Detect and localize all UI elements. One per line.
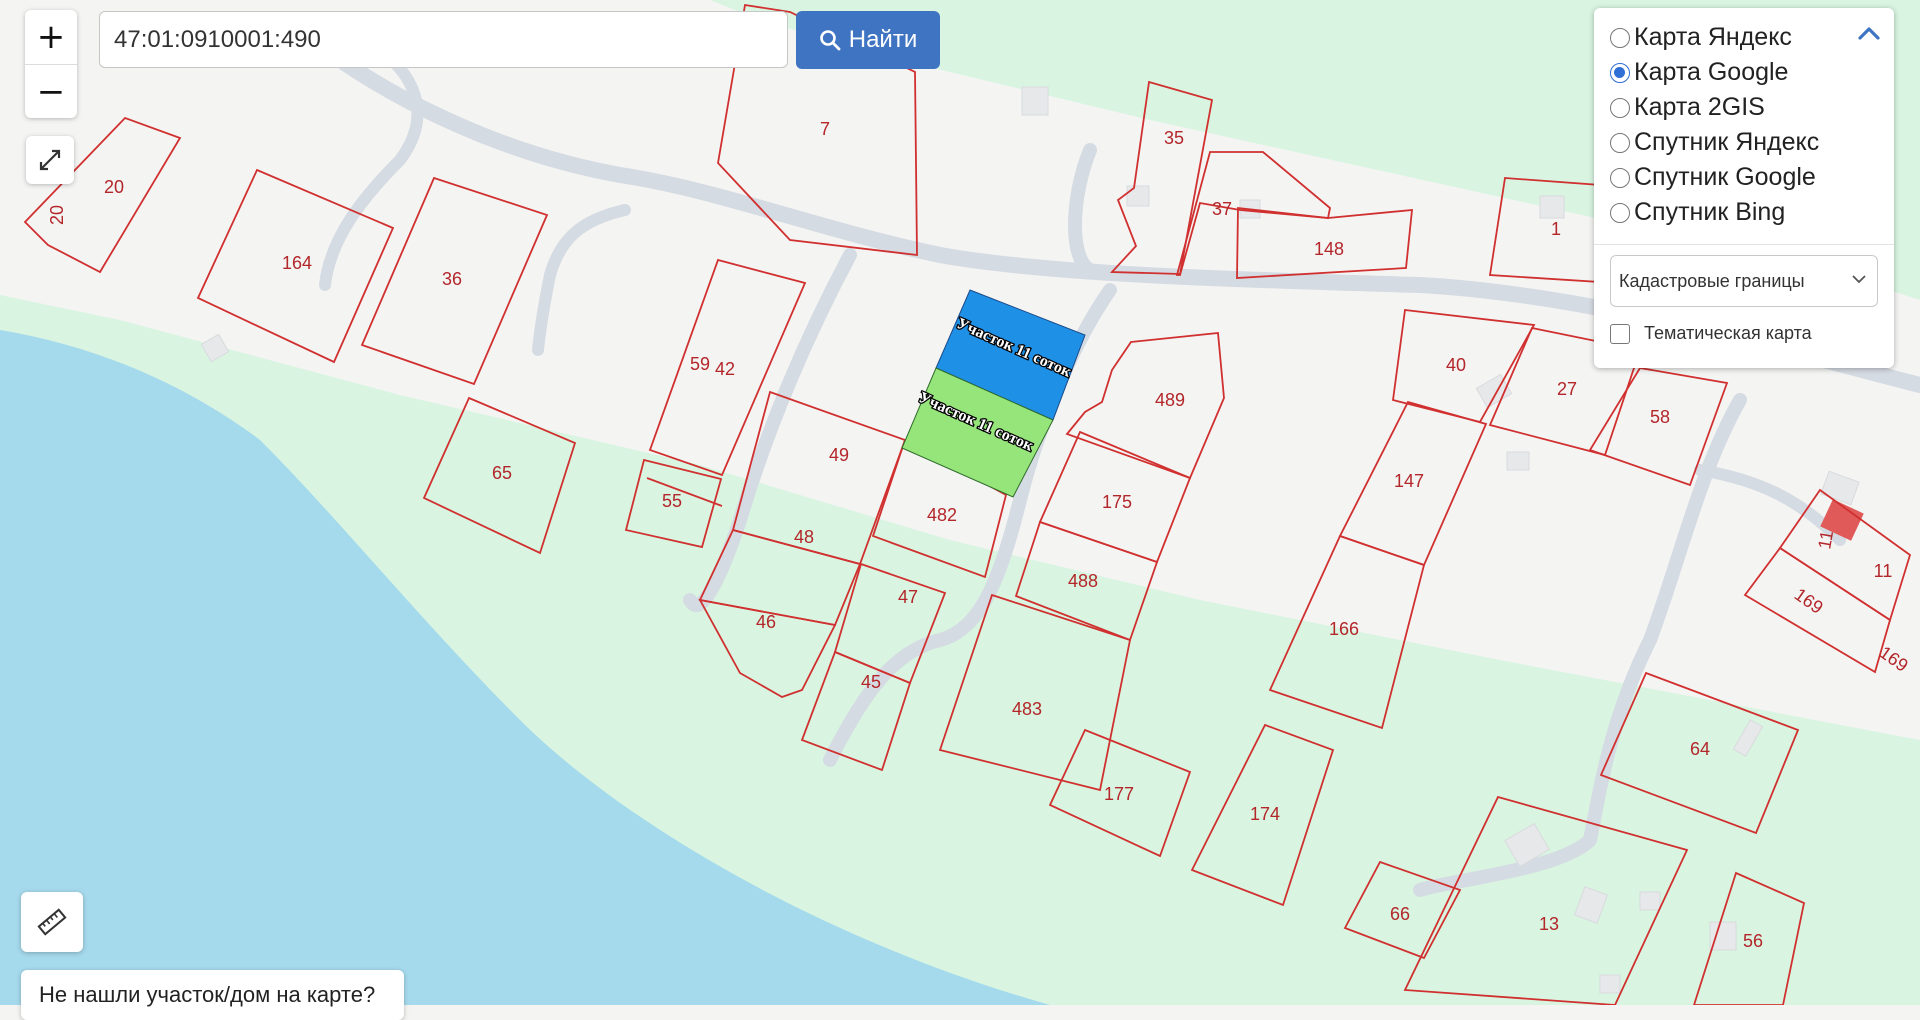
layer-option-label: Спутник Яндекс (1634, 128, 1820, 156)
search-icon (819, 30, 841, 51)
base-layer-options: Карта Яндекс Карта Google Карта 2GIS Спутни… (1610, 20, 1878, 230)
layer-option[interactable]: Карта Google (1610, 55, 1878, 90)
layers-panel: Карта Яндекс Карта Google Карта 2GIS Спутни… (1594, 8, 1894, 368)
layer-option-label: Карта Google (1634, 58, 1789, 86)
measure-button[interactable] (21, 892, 83, 952)
parcel-number: 35 (1164, 128, 1184, 148)
parcel-number: 56 (1743, 931, 1763, 951)
parcel-number: 13 (1539, 914, 1559, 934)
layer-option-label: Карта 2GIS (1634, 93, 1765, 121)
parcel-number: 42 (715, 359, 735, 379)
parcel-number: 27 (1557, 379, 1577, 399)
parcel-number: 169 (1876, 642, 1912, 676)
chevron-down-icon (1852, 275, 1866, 284)
parcel-number: 47 (898, 587, 918, 607)
collapse-button[interactable] (1858, 26, 1880, 45)
layer-option[interactable]: Спутник Яндекс (1610, 125, 1878, 160)
layer-option-label: Спутник Bing (1634, 198, 1786, 226)
layer-option-label: Спутник Google (1634, 163, 1816, 191)
parcel-number: 175 (1102, 492, 1132, 512)
parcel-number: 11 (1814, 529, 1837, 551)
parcel-number: 49 (829, 445, 849, 465)
parcel-number: 11 (1874, 561, 1893, 581)
not-found-label: Не нашли участок/дом на карте? (39, 982, 376, 1007)
parcel-number: 58 (1650, 407, 1670, 427)
thematic-map-label: Тематическая карта (1644, 323, 1812, 343)
parcel-number: 45 (861, 672, 881, 692)
search-button[interactable]: Найти (796, 11, 940, 69)
parcel-number: 46 (756, 612, 776, 632)
panel-divider (1594, 244, 1894, 245)
layer-radio[interactable] (1610, 97, 1630, 118)
thematic-map-checkbox[interactable] (1610, 323, 1630, 344)
thematic-map-toggle[interactable]: Тематическая карта (1610, 323, 1878, 344)
parcel-number: 55 (662, 491, 682, 511)
parcel-number: 174 (1250, 804, 1280, 824)
fullscreen-button[interactable] (26, 136, 74, 184)
parcel-number: 40 (1446, 355, 1466, 375)
parcel-number: 65 (492, 463, 512, 483)
parcel-number: 489 (1155, 390, 1185, 410)
parcel-number: 36 (442, 269, 462, 289)
parcel-number: 20 (47, 205, 67, 225)
parcel-number: 164 (282, 253, 312, 273)
layer-radio[interactable] (1610, 167, 1630, 188)
parcel-number: 147 (1394, 471, 1424, 491)
ruler-icon (37, 908, 67, 936)
parcel-number: 482 (927, 505, 957, 525)
parcel-number: 148 (1314, 239, 1344, 259)
parcel-number: 48 (794, 527, 814, 547)
parcel-number: 169 (1791, 584, 1827, 618)
parcel-number: 177 (1104, 784, 1134, 804)
layer-radio[interactable] (1610, 132, 1630, 153)
layer-radio[interactable] (1610, 27, 1630, 48)
zoom-in-button[interactable]: + (25, 10, 77, 65)
cadastral-search-input[interactable] (99, 11, 788, 68)
parcel-number: 483 (1012, 699, 1042, 719)
layer-option[interactable]: Карта 2GIS (1610, 90, 1878, 125)
parcel-number: 20 (104, 177, 124, 197)
layer-option-label: Карта Яндекс (1634, 23, 1792, 51)
layer-radio[interactable] (1610, 62, 1630, 83)
zoom-control: + − (25, 10, 77, 118)
overlay-select-value: Кадастровые границы (1619, 270, 1805, 291)
not-found-button[interactable]: Не нашли участок/дом на карте? (21, 970, 404, 1020)
layer-option[interactable]: Спутник Google (1610, 160, 1878, 195)
overlay-select[interactable]: Кадастровые границы (1610, 255, 1878, 307)
layer-option[interactable]: Спутник Bing (1610, 195, 1878, 230)
parcel-number: 64 (1690, 739, 1710, 759)
parcel-number: 59 (690, 354, 710, 374)
zoom-out-button[interactable]: − (25, 65, 77, 119)
parcel-number: 7 (820, 119, 830, 139)
parcel-number: 1 (1551, 219, 1561, 239)
layer-radio[interactable] (1610, 202, 1630, 223)
layer-option[interactable]: Карта Яндекс (1610, 20, 1878, 55)
parcel-number: 66 (1390, 904, 1410, 924)
parcel-number: 37 (1212, 199, 1232, 219)
chevron-up-icon (1858, 27, 1880, 40)
search-button-label: Найти (848, 26, 918, 53)
parcel-number: 488 (1068, 571, 1098, 591)
parcel-number: 166 (1329, 619, 1359, 639)
highlight-plots: Участок 11 соток Участок 11 соток (901, 289, 1086, 498)
expand-icon (39, 149, 61, 171)
